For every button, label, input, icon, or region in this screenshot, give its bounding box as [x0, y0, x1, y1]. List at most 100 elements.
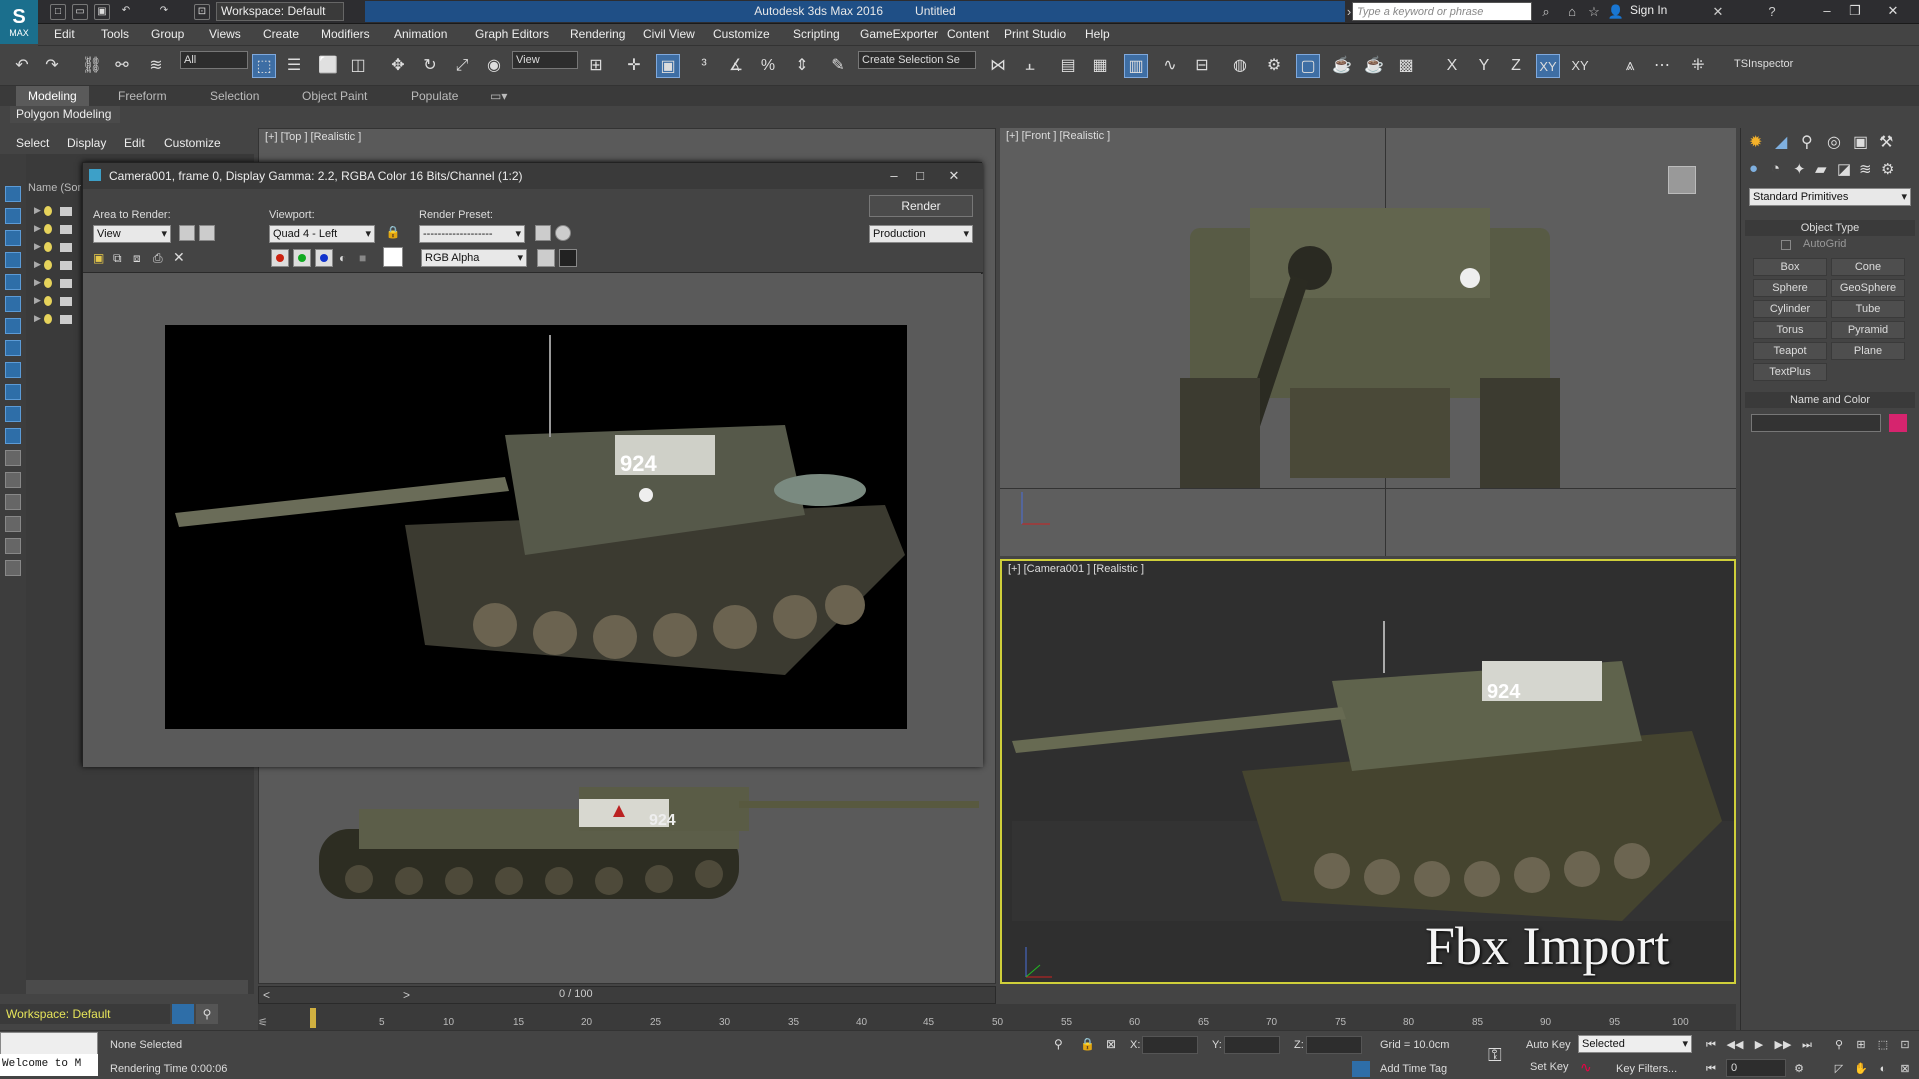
- time-slider[interactable]: < 0 / 100 >: [258, 986, 996, 1004]
- systems-icon[interactable]: ⚙: [1881, 160, 1894, 178]
- named-selection-set-dropdown[interactable]: Create Selection Se: [858, 51, 976, 69]
- filter-bones-icon[interactable]: [5, 362, 21, 378]
- select-object-icon[interactable]: ⬚: [252, 54, 276, 78]
- horizontal-scrollbar[interactable]: [26, 980, 248, 994]
- window-crossing-icon[interactable]: ◫: [346, 54, 370, 78]
- binoculars-icon[interactable]: ⌕: [1536, 2, 1556, 22]
- unlink-icon[interactable]: ⚯: [110, 54, 134, 78]
- sphere-button[interactable]: Sphere: [1753, 279, 1827, 297]
- expand-arrow-icon[interactable]: ▶: [34, 277, 41, 288]
- maximize-viewport-icon[interactable]: ⊠: [1896, 1061, 1914, 1077]
- previous-frame-icon[interactable]: ◀◀: [1726, 1037, 1744, 1053]
- tab-selection[interactable]: Selection: [210, 89, 259, 103]
- motion-tab-icon[interactable]: ◎: [1827, 132, 1841, 152]
- subscription-icon[interactable]: ⌂: [1562, 2, 1582, 22]
- render-setup-icon[interactable]: ⚙: [1262, 54, 1286, 78]
- modify-tab-icon[interactable]: ◢: [1775, 132, 1787, 152]
- render-activeshade-icon[interactable]: ▩: [1394, 54, 1418, 78]
- go-to-end-icon[interactable]: ⏭: [1798, 1037, 1816, 1053]
- filter-xrefs-icon[interactable]: [5, 340, 21, 356]
- cylinder-button[interactable]: Cylinder: [1753, 300, 1827, 318]
- key-filters-button[interactable]: Key Filters...: [1616, 1063, 1677, 1075]
- clone-window-icon[interactable]: ⧈: [133, 251, 147, 265]
- time-tag-icon[interactable]: [1352, 1061, 1370, 1077]
- track-bar[interactable]: ⚟ 5 10 15 20 25 30 35 40 45 50 55 60 65 …: [258, 1004, 1736, 1030]
- auto-region-icon[interactable]: [199, 225, 215, 241]
- axis-xy-cycle-button[interactable]: XY: [1568, 54, 1592, 78]
- tab-modeling[interactable]: Modeling: [16, 86, 89, 106]
- pan-icon[interactable]: ✋: [1852, 1061, 1870, 1077]
- mini-curve-editor-icon[interactable]: ⚟: [258, 1016, 278, 1030]
- primitive-type-dropdown[interactable]: Standard Primitives: [1749, 188, 1911, 206]
- minimize-icon[interactable]: –: [881, 163, 907, 189]
- placement-icon[interactable]: ◉: [482, 54, 506, 78]
- menu-scripting[interactable]: Scripting: [793, 27, 840, 41]
- expand-arrow-icon[interactable]: ▶: [34, 205, 41, 216]
- save-file-icon[interactable]: ▣: [94, 4, 110, 20]
- current-frame-marker[interactable]: [310, 1008, 316, 1028]
- array-icon[interactable]: ⋯: [1650, 54, 1674, 78]
- scene-menu-display[interactable]: Display: [67, 136, 106, 150]
- axis-y-button[interactable]: Y: [1472, 54, 1496, 78]
- lightbulb-icon[interactable]: [44, 314, 52, 324]
- green-channel-toggle[interactable]: [293, 249, 311, 267]
- close-icon[interactable]: ✕: [941, 163, 967, 189]
- swatch-color[interactable]: [383, 247, 403, 267]
- sort-icon[interactable]: [5, 538, 21, 554]
- viewport-dropdown[interactable]: Quad 4 - Left: [269, 225, 375, 243]
- render-window-title[interactable]: Camera001, frame 0, Display Gamma: 2.2, …: [83, 163, 983, 189]
- absolute-mode-icon[interactable]: ⊠: [1106, 1037, 1116, 1051]
- pyramid-button[interactable]: Pyramid: [1831, 321, 1905, 339]
- lightbulb-icon[interactable]: [44, 260, 52, 270]
- auto-key-button[interactable]: Auto Key: [1526, 1039, 1571, 1051]
- menu-views[interactable]: Views: [209, 27, 241, 41]
- close-icon[interactable]: ✕: [1869, 0, 1917, 22]
- isolate-icon[interactable]: ⚲: [1054, 1037, 1063, 1051]
- filter-cameras-icon[interactable]: [5, 252, 21, 268]
- selection-lock-icon[interactable]: 🔒: [1080, 1037, 1095, 1051]
- menu-group[interactable]: Group: [151, 27, 184, 41]
- lightbulb-icon[interactable]: [44, 206, 52, 216]
- key-filter-curve-icon[interactable]: ∿: [1580, 1059, 1592, 1076]
- layer-explorer-icon[interactable]: [5, 560, 21, 576]
- undo-icon[interactable]: ↶: [10, 54, 34, 78]
- display-none-icon[interactable]: [5, 472, 21, 488]
- render-button[interactable]: Render: [869, 195, 973, 217]
- toggle-ribbon-icon[interactable]: ▦: [1088, 54, 1112, 78]
- keyboard-shortcut-override-icon[interactable]: ▣: [656, 54, 680, 78]
- geosphere-button[interactable]: GeoSphere: [1831, 279, 1905, 297]
- time-next-arrow-icon[interactable]: >: [403, 988, 410, 1002]
- viewport-label-top[interactable]: [+] [Top ] [Realistic ]: [265, 131, 361, 143]
- sign-in-link[interactable]: Sign In: [1630, 3, 1667, 17]
- display-tab-icon[interactable]: ▣: [1853, 132, 1868, 152]
- copy-image-icon[interactable]: ⧉: [113, 251, 127, 265]
- object-type-rollout[interactable]: Object Type: [1745, 220, 1915, 236]
- expand-arrow-icon[interactable]: ▶: [34, 313, 41, 324]
- align-icon[interactable]: ⫠: [1018, 54, 1042, 78]
- zoom-icon[interactable]: ⚲: [1830, 1037, 1848, 1053]
- save-image-icon[interactable]: ▣: [93, 251, 107, 265]
- scene-menu-customize[interactable]: Customize: [164, 136, 221, 150]
- hierarchy-toggle-icon[interactable]: ⚲: [196, 1004, 218, 1024]
- autogrid-checkbox[interactable]: [1781, 240, 1791, 250]
- undo-icon[interactable]: ↶: [118, 4, 134, 20]
- select-by-name-icon[interactable]: ☰: [282, 54, 306, 78]
- maximize-icon[interactable]: ❐: [1841, 0, 1869, 22]
- filter-containers-icon[interactable]: [5, 384, 21, 400]
- user-icon[interactable]: 👤: [1606, 2, 1626, 22]
- spinner-snap-icon[interactable]: ⇕: [790, 54, 814, 78]
- menu-animation[interactable]: Animation: [394, 27, 447, 41]
- filter-lights-icon[interactable]: [5, 230, 21, 246]
- render-setup-icon[interactable]: [535, 225, 551, 241]
- tab-object-paint[interactable]: Object Paint: [302, 89, 367, 103]
- redo-icon[interactable]: ↷: [156, 4, 172, 20]
- workspace-bottom-dropdown[interactable]: Workspace: Default: [0, 1004, 170, 1024]
- help-icon[interactable]: ?: [1762, 2, 1782, 22]
- toggle-ui-overlay-icon[interactable]: [537, 249, 555, 267]
- utilities-tab-icon[interactable]: ⚒: [1879, 132, 1893, 152]
- project-folder-icon[interactable]: ⊡: [194, 4, 210, 20]
- viewcube-icon[interactable]: [1668, 166, 1696, 194]
- menu-gameexporter[interactable]: GameExporter: [860, 27, 938, 41]
- next-frame-icon[interactable]: ▶▶: [1774, 1037, 1792, 1053]
- zoom-all-icon[interactable]: ⊞: [1852, 1037, 1870, 1053]
